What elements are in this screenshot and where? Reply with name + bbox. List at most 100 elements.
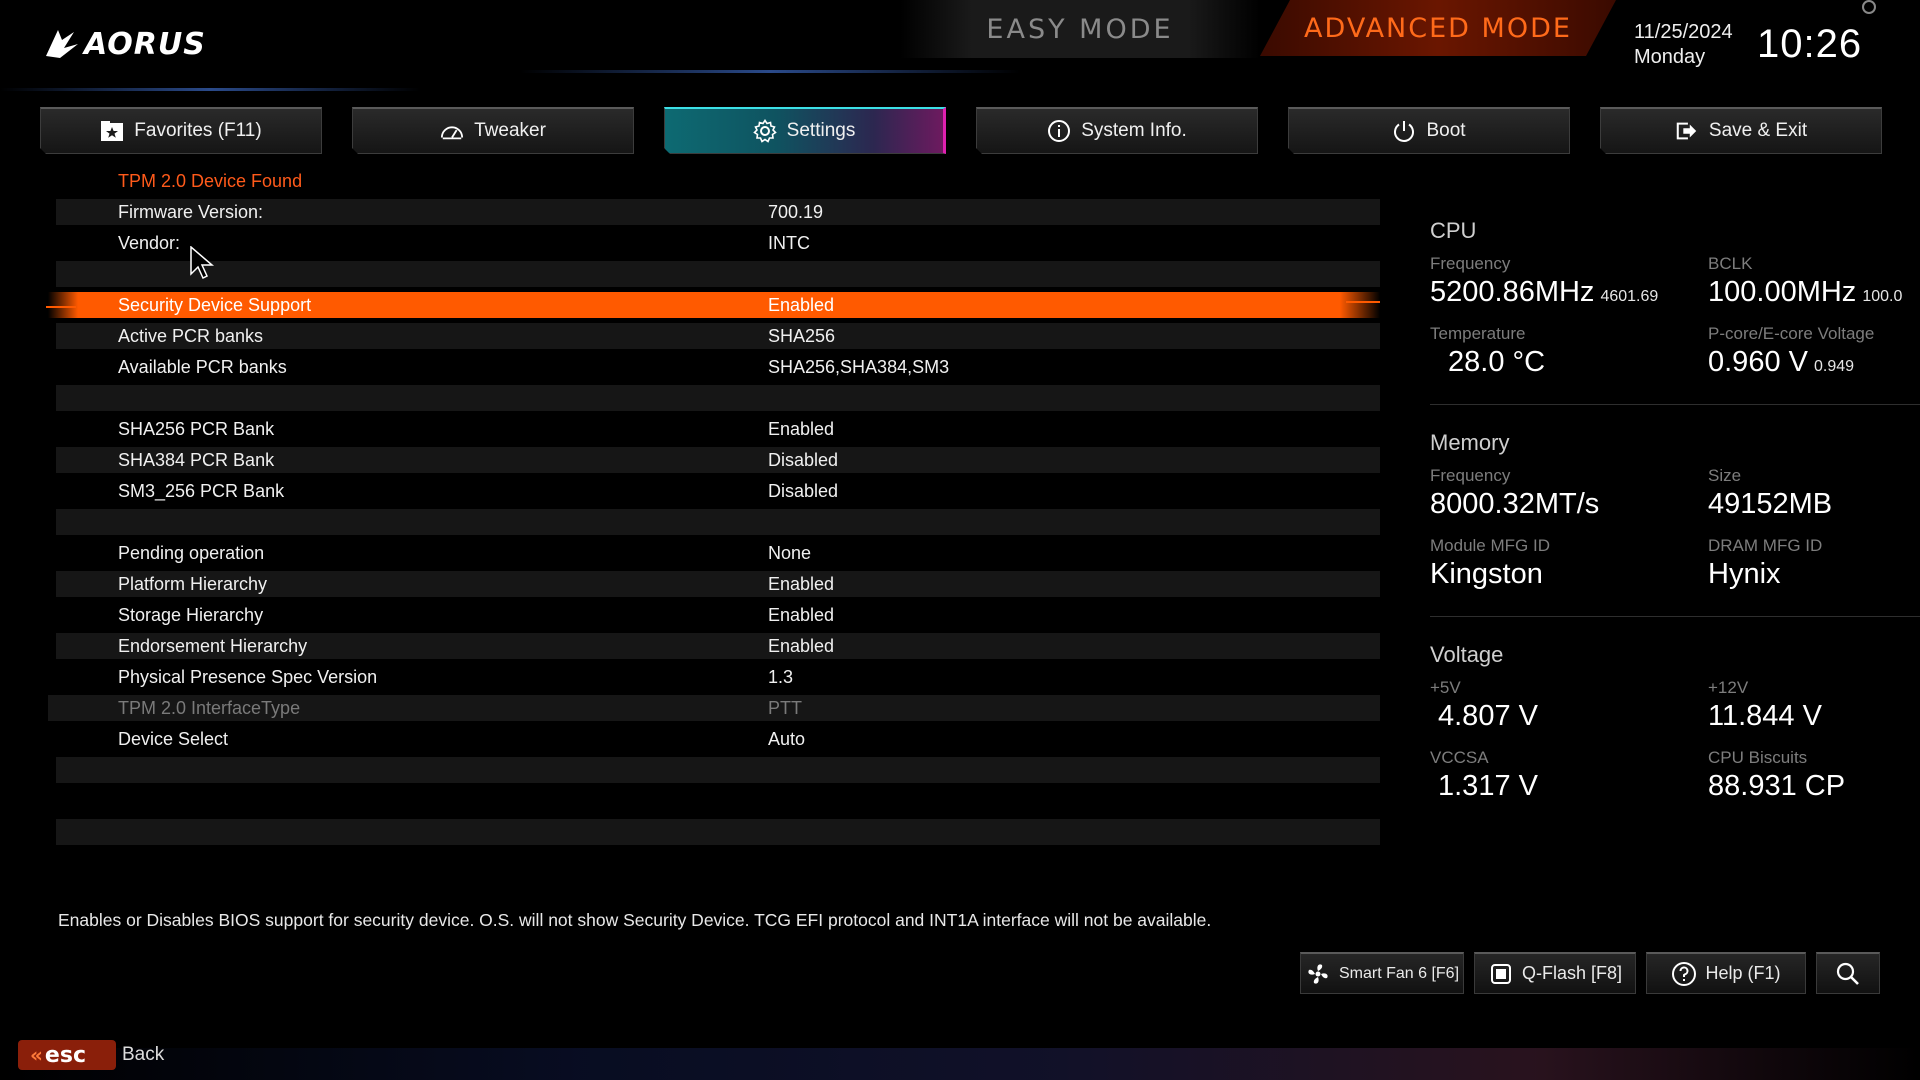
cpu-frequency-sub: 4601.69	[1600, 288, 1659, 305]
list-row: Vendor: INTC	[56, 230, 1380, 256]
button-label: Q-Flash [F8]	[1521, 963, 1623, 983]
eagle-icon	[46, 30, 78, 58]
panel-divider	[1430, 404, 1920, 405]
bottom-decoration	[0, 1048, 1920, 1080]
tab-label: Tweaker	[474, 120, 546, 141]
setting-endorsement-hierarchy[interactable]: Endorsement Hierarchy Enabled	[56, 633, 1380, 659]
gear-icon	[753, 119, 777, 143]
row-label: Security Device Support	[118, 295, 312, 315]
settings-dot-icon[interactable]	[1862, 0, 1876, 14]
list-row: Active PCR banks SHA256	[56, 323, 1380, 349]
time-display: 10:26	[1757, 22, 1863, 66]
v5-label: +5V	[1430, 678, 1461, 697]
row-value: Disabled	[768, 481, 839, 501]
tab-tweaker[interactable]: Tweaker	[352, 107, 634, 154]
aorus-logo: AORUS	[44, 24, 224, 64]
search-icon	[1835, 961, 1861, 987]
setting-sm3-pcr-bank[interactable]: SM3_256 PCR Bank Disabled	[56, 478, 1380, 504]
esc-label: esc	[44, 1042, 86, 1068]
tab-save-exit[interactable]: Save & Exit	[1600, 107, 1882, 154]
setting-sha384-pcr-bank[interactable]: SHA384 PCR Bank Disabled	[56, 447, 1380, 473]
speedometer-icon	[440, 119, 464, 143]
setting-tpm-interface-type: TPM 2.0 InterfaceType PTT	[48, 695, 1380, 721]
list-row: Available PCR banks SHA256,SHA384,SM3	[56, 354, 1380, 380]
row-value: Disabled	[768, 450, 839, 470]
row-value: 700.19	[768, 202, 824, 222]
setting-storage-hierarchy[interactable]: Storage Hierarchy Enabled	[56, 602, 1380, 628]
setting-device-select[interactable]: Device Select Auto	[56, 726, 1380, 752]
row-label: Platform Hierarchy	[118, 574, 268, 594]
tab-label: System Info.	[1081, 120, 1187, 141]
row-label: Vendor:	[118, 233, 181, 253]
setting-platform-hierarchy[interactable]: Platform Hierarchy Enabled	[56, 571, 1380, 597]
setting-pending-operation[interactable]: Pending operation None	[56, 540, 1380, 566]
row-label: SM3_256 PCR Bank	[118, 481, 285, 501]
cpu-biscuits-value: 88.931 CP	[1708, 770, 1846, 802]
dram-mfg-value: Hynix	[1708, 558, 1781, 590]
v12-value: 11.844 V	[1708, 700, 1822, 732]
info-icon	[1047, 119, 1071, 143]
row-label: SHA256 PCR Bank	[118, 419, 275, 439]
tab-label: Settings	[786, 120, 856, 141]
tab-label: Favorites (F11)	[134, 120, 262, 141]
star-folder-icon	[100, 119, 124, 143]
tab-settings[interactable]: Settings	[664, 107, 946, 154]
cpu-voltage-sub: 0.949	[1813, 358, 1855, 375]
search-button[interactable]	[1816, 952, 1880, 994]
v12-label: +12V	[1708, 678, 1749, 697]
cpu-biscuits-label: CPU Biscuits	[1708, 748, 1808, 767]
spacer-row	[56, 757, 1380, 783]
spacer-row	[56, 385, 1380, 411]
row-value: Enabled	[768, 605, 835, 625]
button-label: Help (F1)	[1705, 963, 1781, 983]
setting-security-device-support[interactable]: Security Device Support Enabled	[48, 292, 1380, 318]
fan-icon	[1305, 961, 1331, 987]
row-label: Available PCR banks	[118, 357, 287, 377]
tab-boot[interactable]: Boot	[1288, 107, 1570, 154]
memory-size-value: 49152MB	[1708, 488, 1833, 520]
v5-value: 4.807 V	[1438, 700, 1538, 732]
voltage-section-title: Voltage	[1430, 642, 1504, 667]
spacer-row	[56, 509, 1380, 535]
row-label: Storage Hierarchy	[118, 605, 264, 625]
cpu-temperature-value: 28.0 °C	[1448, 346, 1546, 378]
help-button[interactable]: Help (F1)	[1646, 952, 1806, 994]
cpu-temperature-label: Temperature	[1430, 324, 1526, 343]
memory-section-title: Memory	[1430, 430, 1510, 455]
panel-divider	[1430, 616, 1920, 617]
module-mfg-label: Module MFG ID	[1430, 536, 1550, 555]
cpu-section-title: CPU	[1430, 218, 1477, 243]
row-label: Pending operation	[118, 543, 265, 563]
memory-frequency-label: Frequency	[1430, 466, 1511, 485]
header-streak	[520, 70, 1020, 73]
q-flash-button[interactable]: Q-Flash [F8]	[1474, 952, 1636, 994]
row-label: Firmware Version:	[118, 202, 264, 222]
cpu-frequency: 5200.86MHz	[1430, 276, 1595, 308]
double-chevron-left-icon: «	[30, 1043, 43, 1067]
row-value: SHA256	[768, 326, 836, 346]
section-title: TPM 2.0 Device Found	[118, 171, 303, 191]
easy-mode-button[interactable]: EASY MODE	[900, 0, 1260, 58]
row-label: Device Select	[118, 729, 229, 749]
row-value: 1.3	[768, 667, 794, 687]
smart-fan-button[interactable]: Smart Fan 6 [F6]	[1300, 952, 1464, 994]
advanced-mode-button[interactable]: ADVANCED MODE	[1260, 0, 1616, 56]
spacer-row	[56, 261, 1380, 287]
tab-system-info[interactable]: System Info.	[976, 107, 1258, 154]
bclk-value: 100.00MHz 100.0	[1708, 276, 1902, 309]
row-value: PTT	[768, 698, 802, 718]
list-row: Firmware Version: 700.19	[56, 199, 1380, 225]
tab-label: Boot	[1426, 120, 1466, 141]
memory-frequency-value: 8000.32MT/s	[1430, 488, 1600, 520]
back-label: Back	[122, 1044, 165, 1065]
tab-favorites[interactable]: Favorites (F11)	[40, 107, 322, 154]
setting-physical-presence-spec[interactable]: Physical Presence Spec Version 1.3	[56, 664, 1380, 690]
setting-sha256-pcr-bank[interactable]: SHA256 PCR Bank Enabled	[56, 416, 1380, 442]
row-value: Enabled	[768, 636, 835, 656]
bclk: 100.00MHz	[1708, 276, 1857, 308]
header-streak	[0, 88, 420, 91]
cpu-frequency-value: 5200.86MHz 4601.69	[1430, 276, 1658, 309]
cpu-voltage: 0.960 V	[1708, 346, 1808, 378]
esc-button[interactable]: « esc	[18, 1040, 116, 1070]
help-description: Enables or Disables BIOS support for sec…	[58, 910, 1212, 930]
